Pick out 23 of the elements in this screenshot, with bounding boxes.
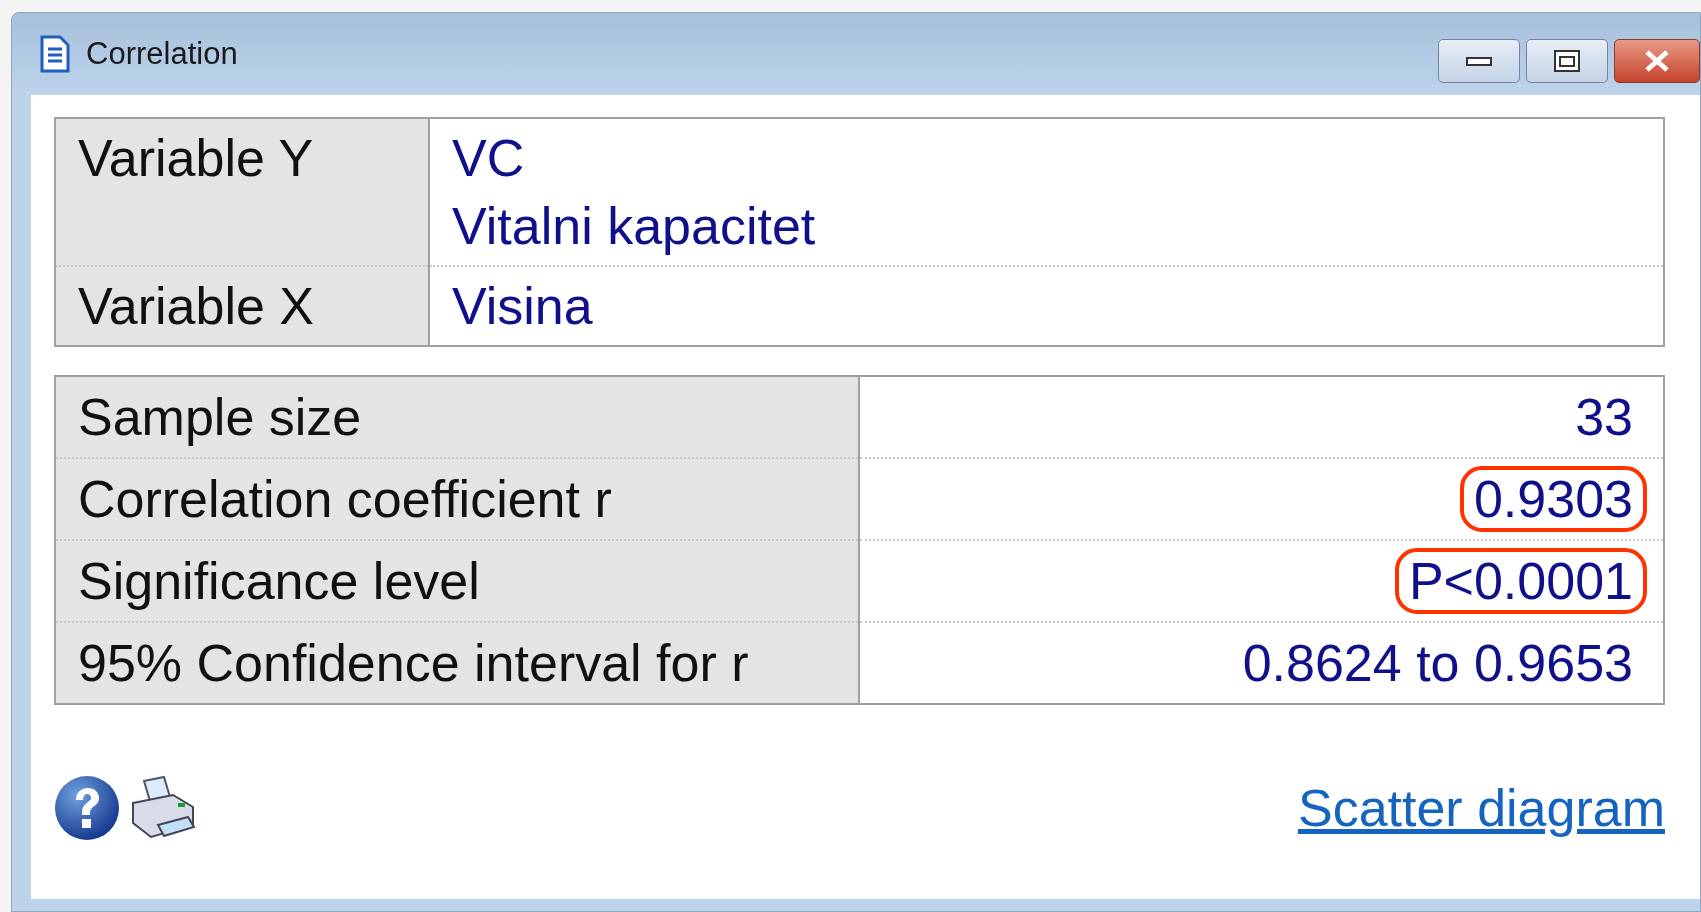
scatter-diagram-link[interactable]: Scatter diagram <box>1297 778 1665 838</box>
table-cell: Significance level <box>55 540 859 622</box>
result-value: 33 <box>1574 387 1634 448</box>
variable-name: Vitalni kapacitet <box>452 196 817 257</box>
table-cell: 95% Confidence interval for r <box>55 622 859 704</box>
help-icon[interactable] <box>54 775 120 841</box>
result-value: P<0.0001 <box>1394 548 1647 614</box>
variable-name: VC <box>452 128 526 189</box>
printer-icon[interactable] <box>130 775 198 841</box>
variable-name: Visina <box>452 276 594 337</box>
minimize-button[interactable] <box>1438 39 1520 83</box>
result-value: 0.9303 <box>1459 466 1647 532</box>
window-title: Correlation <box>86 36 239 72</box>
minimize-icon <box>1466 55 1492 67</box>
table-cell: Sample size <box>55 376 859 458</box>
table-cell: Correlation coefficient r <box>55 458 859 540</box>
result-value: 0.8624 to 0.9653 <box>1241 633 1634 694</box>
close-button[interactable] <box>1614 39 1700 83</box>
maximize-button[interactable] <box>1526 39 1608 83</box>
document-icon <box>40 35 70 73</box>
table-cell: Variable X <box>55 266 429 346</box>
table-cell: Variable Y <box>55 118 429 266</box>
maximize-icon <box>1554 50 1580 72</box>
